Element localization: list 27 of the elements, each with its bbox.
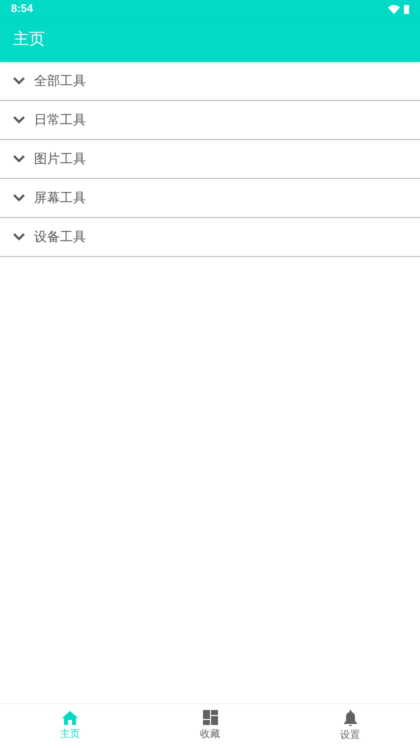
battery-icon xyxy=(404,4,409,14)
section-header[interactable]: 全部工具 xyxy=(0,62,420,101)
grid-icon xyxy=(202,710,218,725)
section-header[interactable]: 设备工具 xyxy=(0,218,420,257)
chevron-down-icon xyxy=(13,77,25,85)
chevron-down-icon xyxy=(13,155,25,163)
section-label: 全部工具 xyxy=(34,72,86,90)
section-header[interactable]: 图片工具 xyxy=(0,140,420,179)
chevron-down-icon xyxy=(13,233,25,241)
home-icon xyxy=(62,710,78,724)
app-title: 主页 xyxy=(13,30,45,50)
status-time: 8:54 xyxy=(11,2,34,17)
wifi-icon xyxy=(388,4,400,14)
section-header[interactable]: 日常工具 xyxy=(0,101,420,140)
nav-tab[interactable]: 收藏 xyxy=(140,704,280,748)
nav-label: 收藏 xyxy=(200,728,220,742)
nav-label: 设置 xyxy=(340,728,360,742)
nav-label: 主页 xyxy=(60,728,80,742)
chevron-down-icon xyxy=(13,194,25,202)
section-label: 日常工具 xyxy=(34,111,86,130)
section-label: 屏幕工具 xyxy=(34,189,86,208)
section-header[interactable]: 屏幕工具 xyxy=(0,179,420,218)
section-label: 设备工具 xyxy=(34,228,86,246)
section-label: 图片工具 xyxy=(34,150,86,168)
chevron-down-icon xyxy=(13,116,25,124)
nav-tab[interactable]: 设置 xyxy=(280,704,420,748)
bell-icon xyxy=(344,710,356,726)
